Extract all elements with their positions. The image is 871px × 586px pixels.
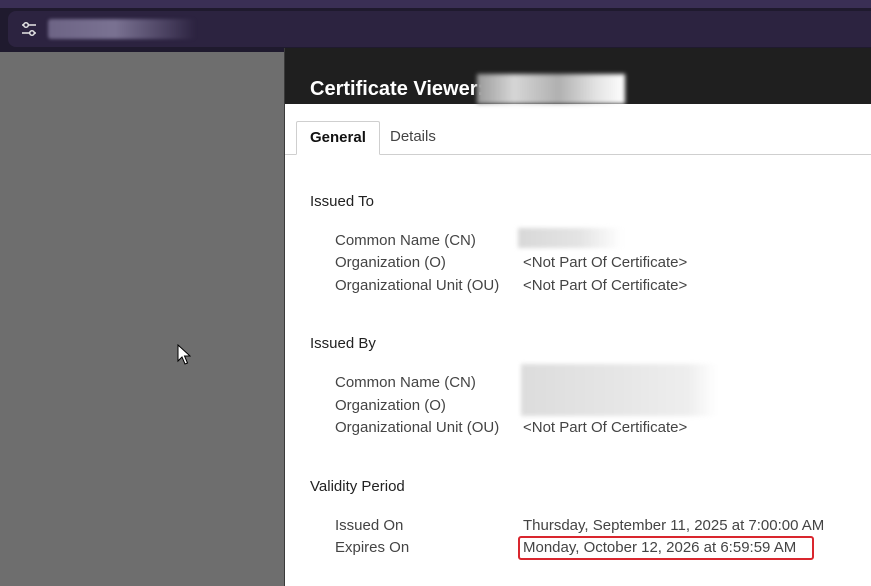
certificate-viewer-dialog: Certificate Viewer: General Details Issu… <box>285 48 871 586</box>
mouse-cursor-icon <box>177 344 191 365</box>
redacted-issued-to-cn <box>518 228 622 248</box>
address-bar[interactable] <box>8 11 871 47</box>
issued-by-ou-label: Organizational Unit (OU) <box>335 419 500 436</box>
browser-toolbar <box>0 8 871 52</box>
expires-on-label: Expires On <box>335 539 410 556</box>
issued-by-ou-value: <Not Part Of Certificate> <box>523 419 688 436</box>
issued-to-ou-label: Organizational Unit (OU) <box>335 277 500 294</box>
issued-to-cn-label: Common Name (CN) <box>335 232 476 249</box>
redacted-issued-by-values <box>521 364 717 416</box>
issued-by-cn-label: Common Name (CN) <box>335 374 476 391</box>
issued-to-ou-value: <Not Part Of Certificate> <box>523 277 688 294</box>
issued-on-label: Issued On <box>335 517 404 534</box>
issued-to-heading: Issued To <box>310 193 374 210</box>
tune-settings-icon[interactable] <box>20 20 38 38</box>
redacted-url[interactable] <box>48 19 196 39</box>
validity-period-heading: Validity Period <box>310 478 405 495</box>
issued-to-org-value: <Not Part Of Certificate> <box>523 254 688 271</box>
tab-general[interactable]: General <box>296 121 380 155</box>
issued-by-org-label: Organization (O) <box>335 397 446 414</box>
tab-bar: General Details <box>285 121 871 155</box>
issued-to-org-label: Organization (O) <box>335 254 446 271</box>
redacted-site-name <box>477 74 625 104</box>
window-top-strip <box>0 0 871 8</box>
dialog-header: Certificate Viewer: <box>285 48 871 104</box>
issued-on-value: Thursday, September 11, 2025 at 7:00:00 … <box>523 517 825 534</box>
expiry-highlight-box <box>518 536 814 560</box>
dialog-title: Certificate Viewer: <box>310 78 485 100</box>
tab-details[interactable]: Details <box>377 121 449 153</box>
issued-by-heading: Issued By <box>310 335 376 352</box>
